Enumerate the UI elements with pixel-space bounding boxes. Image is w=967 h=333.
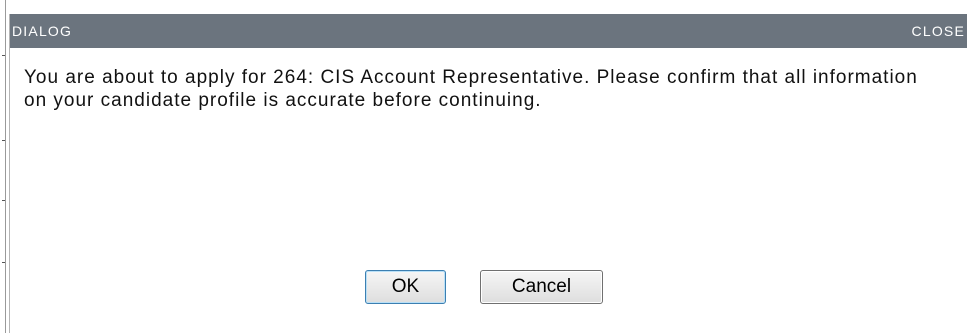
edge-mark <box>2 262 5 263</box>
edge-mark <box>2 55 5 56</box>
dialog-buttons: OK Cancel <box>365 270 603 304</box>
cancel-button[interactable]: Cancel <box>480 270 603 304</box>
dialog-message: You are about to apply for 264: CIS Acco… <box>24 67 918 111</box>
page: DIALOG CLOSE You are about to apply for … <box>0 0 967 333</box>
edge-mark <box>2 140 5 141</box>
background-window-edge <box>0 0 6 333</box>
dialog-titlebar[interactable]: DIALOG CLOSE <box>10 14 967 48</box>
dialog-title: DIALOG <box>12 23 73 39</box>
close-button[interactable]: CLOSE <box>912 14 965 48</box>
ok-button[interactable]: OK <box>365 270 446 304</box>
edge-mark <box>2 200 5 201</box>
